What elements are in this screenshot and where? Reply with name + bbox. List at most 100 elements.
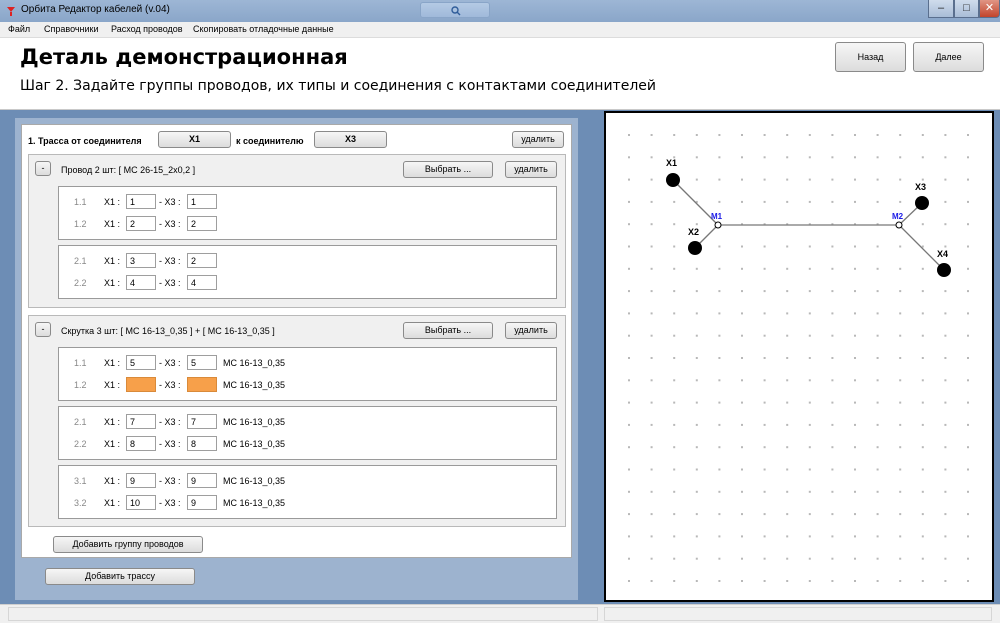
step-instruction: Шаг 2. Задайте группы проводов, их типы … <box>20 78 656 94</box>
menu-wire-usage[interactable]: Расход проводов <box>111 24 183 34</box>
grid-dot <box>921 513 924 516</box>
grid-dot <box>831 312 834 315</box>
connector-x1-node[interactable] <box>666 173 680 187</box>
grid-dot <box>921 290 924 293</box>
grid-dot <box>763 535 766 538</box>
pin-a-input[interactable]: 2 <box>126 216 156 231</box>
pin-b-input[interactable]: 4 <box>187 275 217 290</box>
diagram-canvas[interactable]: X1 X2 X3 X4 M1 M2 <box>604 111 994 602</box>
junction-m2-node[interactable] <box>895 221 903 229</box>
pin-b-input[interactable]: 1 <box>187 194 217 209</box>
grid-dot <box>673 490 676 493</box>
pin-b-input[interactable]: 7 <box>187 414 217 429</box>
connector-b-label: - X3 : <box>159 278 181 288</box>
group-choose-button[interactable]: Выбрать ... <box>403 161 493 178</box>
grid-dot <box>786 200 789 203</box>
page-title: Деталь демонстрационная <box>20 45 348 69</box>
add-wire-group-button[interactable]: Добавить группу проводов <box>53 536 203 553</box>
grid-dot <box>808 245 811 248</box>
menu-references[interactable]: Справочники <box>44 24 99 34</box>
grid-dot <box>786 379 789 382</box>
next-button[interactable]: Далее <box>913 42 984 72</box>
title-search-box <box>420 2 490 18</box>
group-collapse-button[interactable]: - <box>35 161 51 176</box>
grid-dot <box>808 156 811 159</box>
grid-dot <box>628 379 630 382</box>
pin-a-input[interactable]: 4 <box>126 275 156 290</box>
pin-a-input[interactable]: 10 <box>126 495 156 510</box>
grid-dot <box>786 513 789 516</box>
grid-dot <box>650 401 653 404</box>
grid-dot <box>899 312 902 315</box>
pin-a-input[interactable]: 8 <box>126 436 156 451</box>
connector-a-label: X1 : <box>104 219 121 229</box>
add-route-button[interactable]: Добавить трассу <box>45 568 195 585</box>
grid-dot <box>673 223 676 226</box>
route-from-button[interactable]: X1 <box>158 131 231 148</box>
grid-dot <box>628 290 630 293</box>
group-delete-button[interactable]: удалить <box>505 322 557 339</box>
grid-dot <box>763 334 766 337</box>
menu-copy-debug[interactable]: Скопировать отладочные данные <box>193 24 334 34</box>
grid-dot <box>808 446 811 449</box>
pin-b-input[interactable]: 2 <box>187 253 217 268</box>
grid-dot <box>628 245 630 248</box>
grid-dot <box>854 580 856 582</box>
grid-dot <box>628 513 630 516</box>
connector-x3-node[interactable] <box>915 196 929 210</box>
grid-dot <box>628 535 630 538</box>
pin-b-input[interactable]: 9 <box>187 473 217 488</box>
connector-x2-node[interactable] <box>688 241 702 255</box>
grid-dot <box>650 290 653 293</box>
grid-dot <box>854 267 856 270</box>
grid-dot <box>718 580 721 582</box>
pin-b-input-empty[interactable] <box>187 377 217 392</box>
grid-dot <box>650 535 653 538</box>
grid-dot <box>763 446 766 449</box>
grid-dot <box>628 223 630 226</box>
connector-x4-node[interactable] <box>937 263 951 277</box>
back-button[interactable]: Назад <box>835 42 906 72</box>
grid-dot <box>695 468 698 471</box>
pin-a-input[interactable]: 9 <box>126 473 156 488</box>
group-delete-button[interactable]: удалить <box>505 161 557 178</box>
junction-m1-node[interactable] <box>714 221 722 229</box>
route-delete-button[interactable]: удалить <box>512 131 564 148</box>
pin-b-input[interactable]: 2 <box>187 216 217 231</box>
grid-dot <box>967 156 969 159</box>
grid-dot <box>831 468 834 471</box>
pin-a-input[interactable]: 7 <box>126 414 156 429</box>
grid-dot <box>876 379 879 382</box>
route-to-button[interactable]: X3 <box>314 131 387 148</box>
app-icon <box>7 7 15 16</box>
pin-a-input[interactable]: 3 <box>126 253 156 268</box>
grid-dot <box>876 200 879 203</box>
group-choose-button[interactable]: Выбрать ... <box>403 322 493 339</box>
connector-a-label: X1 : <box>104 380 121 390</box>
pin-b-input[interactable]: 8 <box>187 436 217 451</box>
grid-dot <box>673 580 676 582</box>
grid-dot <box>967 580 969 582</box>
pin-b-input[interactable]: 9 <box>187 495 217 510</box>
grid-dot <box>921 401 924 404</box>
minimize-button[interactable]: – <box>928 0 954 18</box>
menu-file[interactable]: Файл <box>8 24 30 34</box>
grid-dot <box>944 580 947 582</box>
pin-a-input-empty[interactable] <box>126 377 156 392</box>
pin-b-input[interactable]: 5 <box>187 355 217 370</box>
grid-dot <box>921 423 924 426</box>
grid-dot <box>944 178 947 181</box>
grid-dot <box>786 580 789 582</box>
grid-dot <box>650 468 653 471</box>
maximize-button[interactable]: □ <box>954 0 979 18</box>
pin-a-input[interactable]: 5 <box>126 355 156 370</box>
grid-dot <box>967 557 969 560</box>
group-collapse-button[interactable]: - <box>35 322 51 337</box>
group-title: Скрутка 3 шт: [ МС 16-13_0,35 ] + [ МС 1… <box>61 326 275 336</box>
grid-dot <box>695 334 698 337</box>
grid-dot <box>628 423 630 426</box>
grid-dot <box>876 334 879 337</box>
grid-dot <box>944 223 947 226</box>
close-button[interactable]: ✕ <box>979 0 1000 18</box>
pin-a-input[interactable]: 1 <box>126 194 156 209</box>
